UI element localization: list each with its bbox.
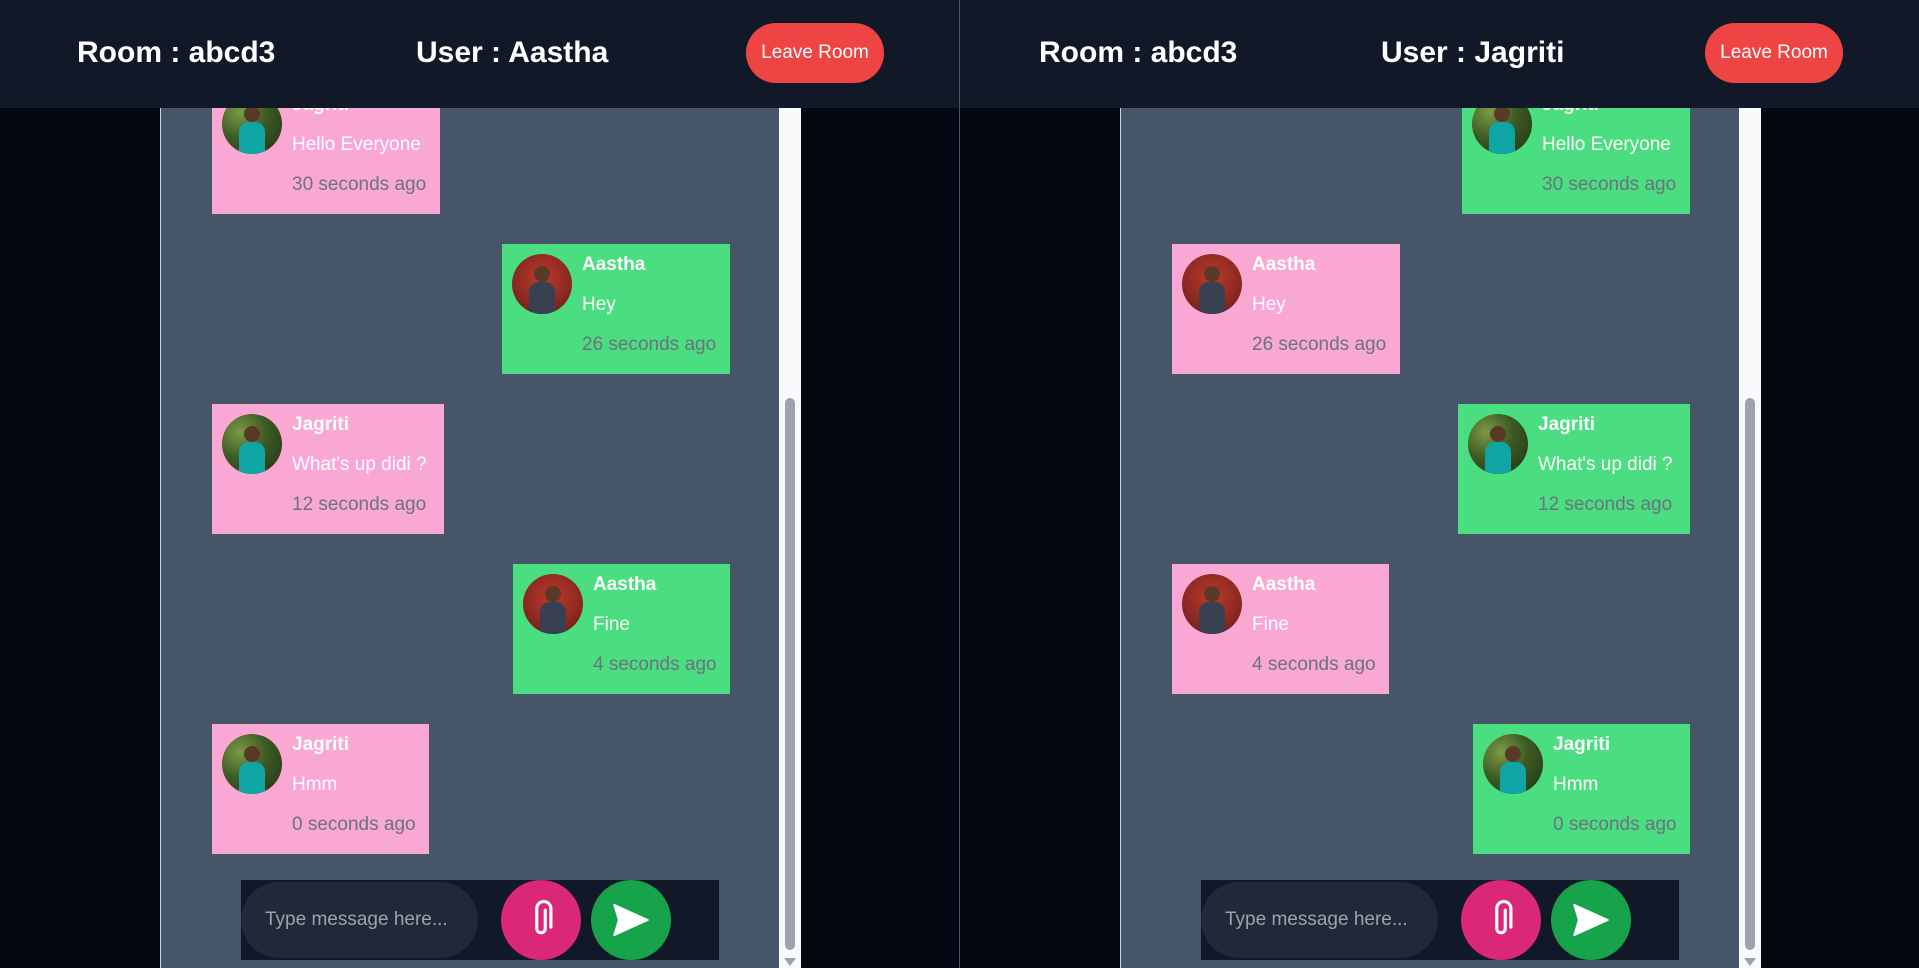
room-title: Room : abcd3 (1039, 36, 1238, 69)
scrollbar[interactable] (779, 108, 801, 968)
message-sender: Aastha (593, 574, 657, 595)
avatar-aastha (523, 574, 583, 634)
message-sender: Jagriti (1553, 734, 1611, 755)
message-text: Hello Everyone (292, 134, 421, 155)
scrollbar-thumb[interactable] (1745, 398, 1755, 950)
message-text: Hmm (1553, 774, 1599, 795)
message-time: 0 seconds ago (292, 814, 416, 835)
message-text: What's up didi ? (1538, 454, 1673, 475)
message-time: 4 seconds ago (1252, 654, 1376, 675)
avatar-jagriti (222, 734, 282, 794)
message-time: 30 seconds ago (292, 174, 427, 195)
paperclip-icon (535, 900, 553, 935)
message-sender: Jagriti (292, 734, 350, 755)
chat-window-jagriti: Room : abcd3 User : Jagriti Leave Room J… (960, 0, 1919, 968)
avatar-aastha (1182, 254, 1242, 314)
scroll-down-arrow-icon[interactable] (784, 958, 796, 966)
send-icon (1573, 903, 1609, 937)
avatar-jagriti (1483, 734, 1543, 794)
message-bubble: Aastha Fine 4 seconds ago (1172, 564, 1389, 694)
send-button[interactable] (1551, 880, 1631, 960)
scrollbar-thumb[interactable] (785, 398, 795, 950)
message-text: Hmm (292, 774, 338, 795)
message-input[interactable] (241, 882, 478, 958)
message-sender: Aastha (582, 254, 646, 275)
message-sender: Jagriti (1538, 414, 1596, 435)
message-text: Fine (1252, 614, 1289, 635)
message-time: 0 seconds ago (1553, 814, 1677, 835)
avatar-aastha (1182, 574, 1242, 634)
message-bubble: Aastha Fine 4 seconds ago (513, 564, 730, 694)
message-sender: Aastha (1252, 254, 1316, 275)
message-time: 30 seconds ago (1542, 174, 1677, 195)
room-header: Room : abcd3 User : Jagriti Leave Room (960, 0, 1919, 108)
send-icon (613, 903, 649, 937)
paperclip-icon (1495, 900, 1513, 935)
message-input[interactable] (1201, 882, 1438, 958)
message-bubble: Jagriti Hmm 0 seconds ago (212, 724, 429, 854)
leave-room-button[interactable]: Leave Room (746, 23, 884, 83)
message-bubble: Aastha Hey 26 seconds ago (1172, 244, 1400, 374)
message-composer (241, 880, 719, 960)
user-title: User : Aastha (416, 36, 609, 69)
send-button[interactable] (591, 880, 671, 960)
message-time: 12 seconds ago (1538, 494, 1673, 515)
leave-room-button[interactable]: Leave Room (1705, 23, 1843, 83)
message-text: Hey (582, 294, 616, 315)
chat-window-aastha: Room : abcd3 User : Aastha Leave Room Ja… (0, 0, 959, 968)
room-title: Room : abcd3 (77, 36, 276, 69)
room-header: Room : abcd3 User : Aastha Leave Room (0, 0, 959, 108)
avatar-jagriti (1468, 414, 1528, 474)
message-text: What's up didi ? (292, 454, 427, 475)
message-sender: Aastha (1252, 574, 1316, 595)
message-bubble: Aastha Hey 26 seconds ago (502, 244, 730, 374)
message-text: Hey (1252, 294, 1286, 315)
message-list[interactable]: Jagriti Hello Everyone 30 seconds ago Aa… (1121, 84, 1761, 968)
message-time: 4 seconds ago (593, 654, 717, 675)
message-text: Hello Everyone (1542, 134, 1671, 155)
message-time: 26 seconds ago (582, 334, 717, 355)
avatar-aastha (512, 254, 572, 314)
message-composer (1201, 880, 1679, 960)
scrollbar[interactable] (1739, 108, 1761, 968)
message-bubble: Jagriti Hmm 0 seconds ago (1473, 724, 1690, 854)
attach-button[interactable] (501, 880, 581, 960)
scroll-down-arrow-icon[interactable] (1744, 958, 1756, 966)
message-sender: Jagriti (292, 414, 350, 435)
avatar-jagriti (222, 414, 282, 474)
message-time: 26 seconds ago (1252, 334, 1387, 355)
message-time: 12 seconds ago (292, 494, 427, 515)
user-title: User : Jagriti (1381, 36, 1565, 69)
message-text: Fine (593, 614, 630, 635)
attach-button[interactable] (1461, 880, 1541, 960)
message-list[interactable]: Jagriti Hello Everyone 30 seconds ago Aa… (161, 84, 801, 968)
message-bubble: Jagriti What's up didi ? 12 seconds ago (1458, 404, 1690, 534)
message-bubble: Jagriti What's up didi ? 12 seconds ago (212, 404, 444, 534)
